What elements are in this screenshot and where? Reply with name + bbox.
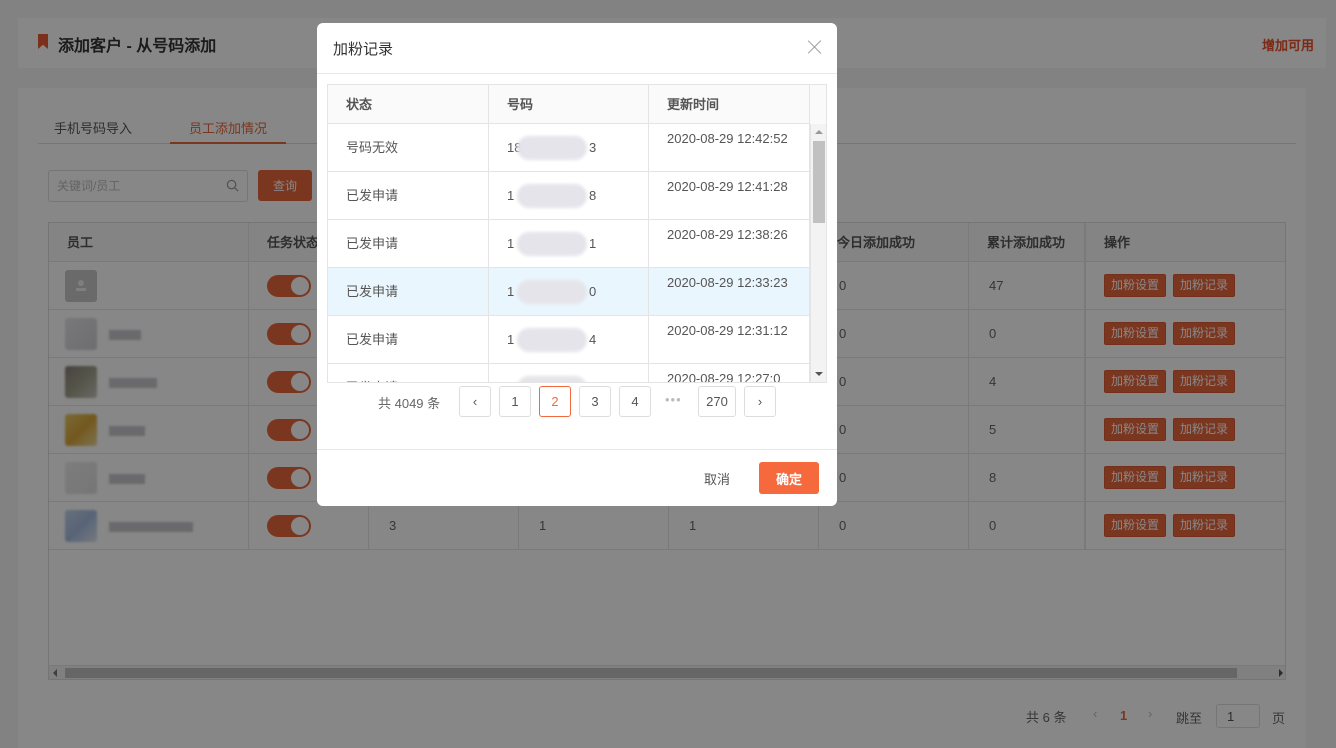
phone-redaction — [517, 328, 587, 352]
close-icon[interactable] — [807, 39, 823, 55]
phone-prefix: 1 — [507, 188, 515, 203]
column-header-time: 更新时间 — [649, 85, 810, 124]
phone-suffix: 0 — [589, 284, 597, 299]
scroll-down-icon[interactable] — [815, 372, 823, 376]
total-count: 共 4049 条 — [378, 396, 441, 411]
phone-cell: 11 — [489, 220, 649, 268]
status-cell: 已发申请 — [328, 220, 489, 268]
dialog-footer: 取消 确定 — [317, 449, 837, 506]
status-cell: 已发申请 — [328, 364, 489, 382]
add-fans-record-dialog: 加粉记录 状态 号码 更新时间 号码无效 18 3 2020-08-29 12:42:… — [317, 23, 837, 506]
update-time-cell: 2020-08-29 12:38:26 — [649, 220, 810, 268]
status-cell: 已发申请 — [328, 172, 489, 220]
scroll-up-icon[interactable] — [815, 130, 823, 134]
phone-prefix: 1 — [507, 380, 514, 382]
phone-cell: 10 — [489, 268, 649, 316]
phone-redaction — [517, 280, 587, 304]
record-table: 状态 号码 更新时间 号码无效 18 3 2020-08-29 12:42:52 已发申… — [327, 84, 827, 383]
cancel-button[interactable]: 取消 — [687, 463, 747, 494]
scrollbar-gutter — [810, 85, 826, 124]
phone-cell: 1 — [489, 364, 649, 382]
phone-prefix: 1 — [507, 332, 515, 347]
column-header-phone: 号码 — [489, 85, 649, 124]
vertical-scrollbar[interactable] — [810, 124, 826, 382]
phone-prefix: 1 — [507, 284, 515, 299]
status-cell: 已发申请 — [328, 268, 489, 316]
record-row[interactable]: 已发申请 1 4 2020-08-29 12:31:12 — [328, 316, 810, 364]
phone-suffix: 1 — [589, 236, 597, 251]
phone-suffix: 8 — [589, 188, 597, 203]
page-button-2[interactable]: 2 — [539, 386, 571, 417]
record-pagination: 共 4049 条 ‹ 1 2 3 4 ••• 270 › — [317, 386, 837, 418]
confirm-button[interactable]: 确定 — [759, 462, 819, 494]
update-time-cell: 2020-08-29 12:31:12 — [649, 316, 810, 364]
status-cell: 已发申请 — [328, 316, 489, 364]
record-row[interactable]: 已发申请 1 2020-08-29 12:27:0 — [328, 364, 810, 382]
phone-cell: 14 — [489, 316, 649, 364]
page-button-4[interactable]: 4 — [619, 386, 651, 417]
phone-suffix: 4 — [589, 332, 597, 347]
phone-suffix: 3 — [589, 140, 597, 155]
phone-redaction — [517, 232, 587, 256]
page-button-3[interactable]: 3 — [579, 386, 611, 417]
phone-cell: 18 3 — [489, 124, 649, 172]
record-row[interactable]: 已发申请 1 8 2020-08-29 12:41:28 — [328, 172, 810, 220]
prev-page-button[interactable]: ‹ — [459, 386, 491, 417]
next-page-button[interactable]: › — [744, 386, 776, 417]
phone-redaction — [517, 136, 587, 160]
update-time-cell: 2020-08-29 12:27:0 — [649, 364, 810, 382]
more-pages-icon[interactable]: ••• — [665, 392, 682, 407]
update-time-cell: 2020-08-29 12:41:28 — [649, 172, 810, 220]
record-row[interactable]: 已发申请 1 1 2020-08-29 12:38:26 — [328, 220, 810, 268]
table-header: 状态 号码 更新时间 — [328, 85, 826, 124]
scrollbar-thumb[interactable] — [813, 141, 825, 223]
page-button-last[interactable]: 270 — [698, 386, 736, 417]
dialog-title: 加粉记录 — [333, 41, 394, 58]
phone-prefix: 1 — [507, 236, 515, 251]
table-body: 号码无效 18 3 2020-08-29 12:42:52 已发申请 1 8 2020-08-… — [328, 124, 810, 382]
update-time-cell: 2020-08-29 12:33:23 — [649, 268, 810, 316]
phone-cell: 18 — [489, 172, 649, 220]
page-button-1[interactable]: 1 — [499, 386, 531, 417]
status-cell: 号码无效 — [328, 124, 489, 172]
column-header-status: 状态 — [328, 85, 489, 124]
record-row[interactable]: 已发申请 1 0 2020-08-29 12:33:23 — [328, 268, 810, 316]
dialog-header: 加粉记录 — [317, 23, 837, 74]
record-row[interactable]: 号码无效 18 3 2020-08-29 12:42:52 — [328, 124, 810, 172]
phone-redaction — [517, 376, 587, 382]
update-time-cell: 2020-08-29 12:42:52 — [649, 124, 810, 172]
phone-redaction — [517, 184, 587, 208]
